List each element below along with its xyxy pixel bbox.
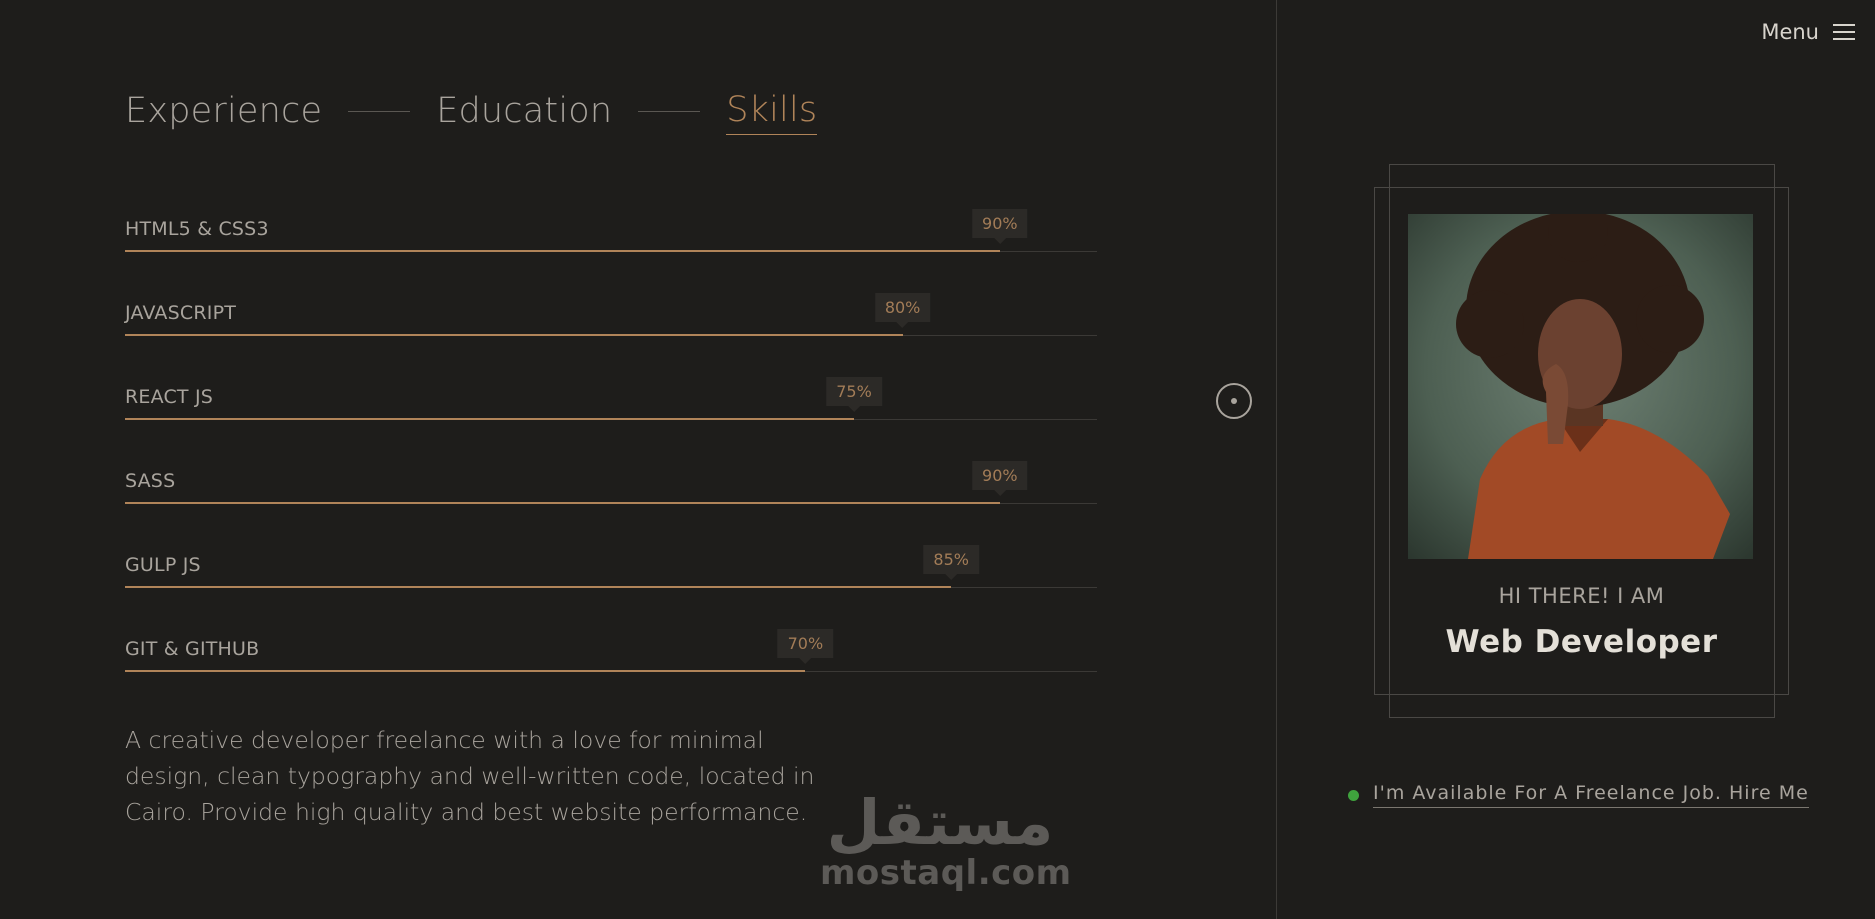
skill-row: REACT JS 75% bbox=[125, 377, 1097, 420]
skill-name: SASS bbox=[125, 470, 176, 492]
watermark-arabic: مستقل bbox=[826, 786, 1054, 859]
hire-me-link[interactable]: I'm Available For A Freelance Job. Hire … bbox=[1373, 782, 1809, 808]
availability: I'm Available For A Freelance Job. Hire … bbox=[1348, 782, 1809, 808]
profile-role: Web Developer bbox=[1445, 624, 1718, 660]
skill-name: HTML5 & CSS3 bbox=[125, 218, 269, 240]
tab-experience[interactable]: Experience bbox=[125, 89, 322, 135]
skill-percent-badge: 70% bbox=[777, 629, 834, 658]
menu-button[interactable]: Menu bbox=[1761, 20, 1855, 44]
tab-skills[interactable]: Skills bbox=[726, 88, 818, 135]
tab-education[interactable]: Education bbox=[436, 89, 612, 135]
watermark-latin: mostaql.com bbox=[820, 853, 1072, 893]
skill-percent-badge: 85% bbox=[923, 545, 979, 574]
skill-row: HTML5 & CSS3 90% bbox=[125, 209, 1097, 252]
scroll-indicator-dot bbox=[1231, 398, 1237, 404]
skill-row: JAVASCRIPT 80% bbox=[125, 293, 1097, 336]
skill-name: REACT JS bbox=[125, 386, 214, 408]
tab-separator bbox=[348, 111, 411, 112]
scroll-indicator-icon[interactable] bbox=[1216, 383, 1252, 419]
skill-percent-badge: 75% bbox=[826, 377, 882, 406]
skill-percent-badge: 90% bbox=[972, 209, 1028, 238]
section-tabs: Experience Education Skills bbox=[125, 88, 818, 135]
hamburger-icon bbox=[1833, 24, 1855, 40]
profile-photo bbox=[1408, 214, 1753, 559]
vertical-divider bbox=[1276, 0, 1277, 919]
skill-progress-fill bbox=[125, 334, 903, 336]
skill-row: GIT & GITHUB 70% bbox=[125, 629, 1097, 672]
profile-greeting: HI THERE! I AM bbox=[1498, 584, 1665, 608]
skill-progress-fill bbox=[125, 502, 1000, 504]
about-text: A creative developer freelance with a lo… bbox=[125, 726, 815, 826]
skill-row: GULP JS 85% bbox=[125, 545, 1097, 588]
status-dot-icon bbox=[1348, 789, 1359, 801]
skill-name: GULP JS bbox=[125, 554, 201, 576]
tab-separator bbox=[638, 111, 701, 112]
skill-progress-fill bbox=[125, 670, 806, 672]
skill-progress-fill bbox=[125, 250, 1000, 252]
skill-name: JAVASCRIPT bbox=[125, 302, 237, 324]
skill-percent-badge: 80% bbox=[874, 293, 931, 322]
skill-progress-fill bbox=[125, 586, 952, 588]
menu-label: Menu bbox=[1761, 20, 1819, 44]
skill-progress-fill bbox=[125, 418, 854, 420]
skill-percent-badge: 90% bbox=[972, 461, 1028, 490]
skill-row: SASS 90% bbox=[125, 461, 1097, 504]
skill-name: GIT & GITHUB bbox=[125, 638, 260, 660]
watermark-logo: مستقل mostaql.com bbox=[820, 786, 1072, 893]
